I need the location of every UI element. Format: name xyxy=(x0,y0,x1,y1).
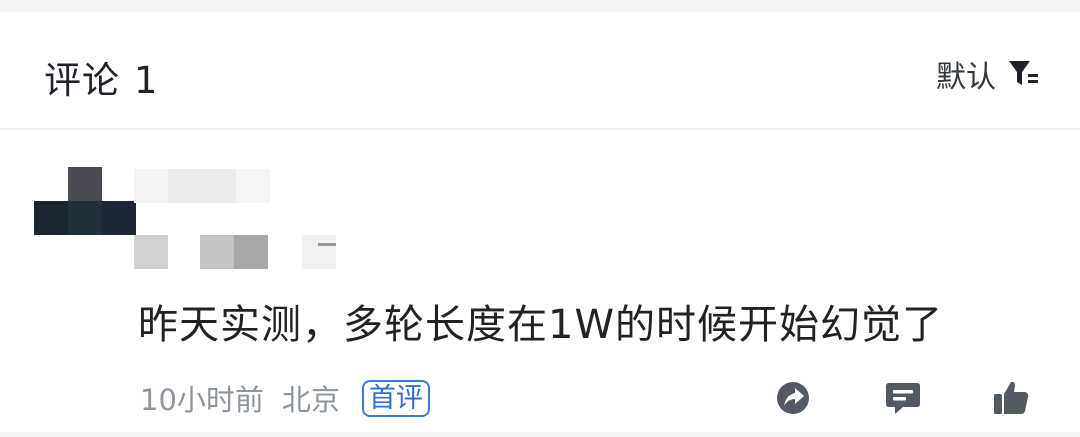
first-comment-badge: 首评 xyxy=(361,379,430,417)
comment-panel: 评论 1 默认 昨天实测，多轮长度在1W的时候开始幻觉了 10小时前 北京 首评 xyxy=(0,12,1080,432)
comment-location: 北京 xyxy=(281,383,340,417)
reply-button[interactable] xyxy=(883,378,923,418)
avatar[interactable] xyxy=(34,167,136,247)
like-icon xyxy=(994,381,1029,414)
comment-text: 昨天实测，多轮长度在1W的时候开始幻觉了 xyxy=(138,302,943,348)
reply-icon xyxy=(886,383,920,414)
share-button[interactable] xyxy=(773,378,813,418)
like-button[interactable] xyxy=(991,378,1031,418)
title-label: 评论 xyxy=(44,59,120,102)
comment-count: 1 xyxy=(134,59,159,102)
comment-count-title: 评论 1 xyxy=(44,50,159,104)
comment-meta: 10小时前 北京 首评 xyxy=(140,378,430,418)
sort-label: 默认 xyxy=(936,60,996,95)
share-icon xyxy=(777,382,809,414)
comment-header: 评论 1 默认 xyxy=(0,12,1080,130)
sort-selector[interactable]: 默认 xyxy=(936,54,1040,95)
filter-icon xyxy=(1009,61,1038,85)
comment-time: 10小时前 xyxy=(140,383,264,417)
